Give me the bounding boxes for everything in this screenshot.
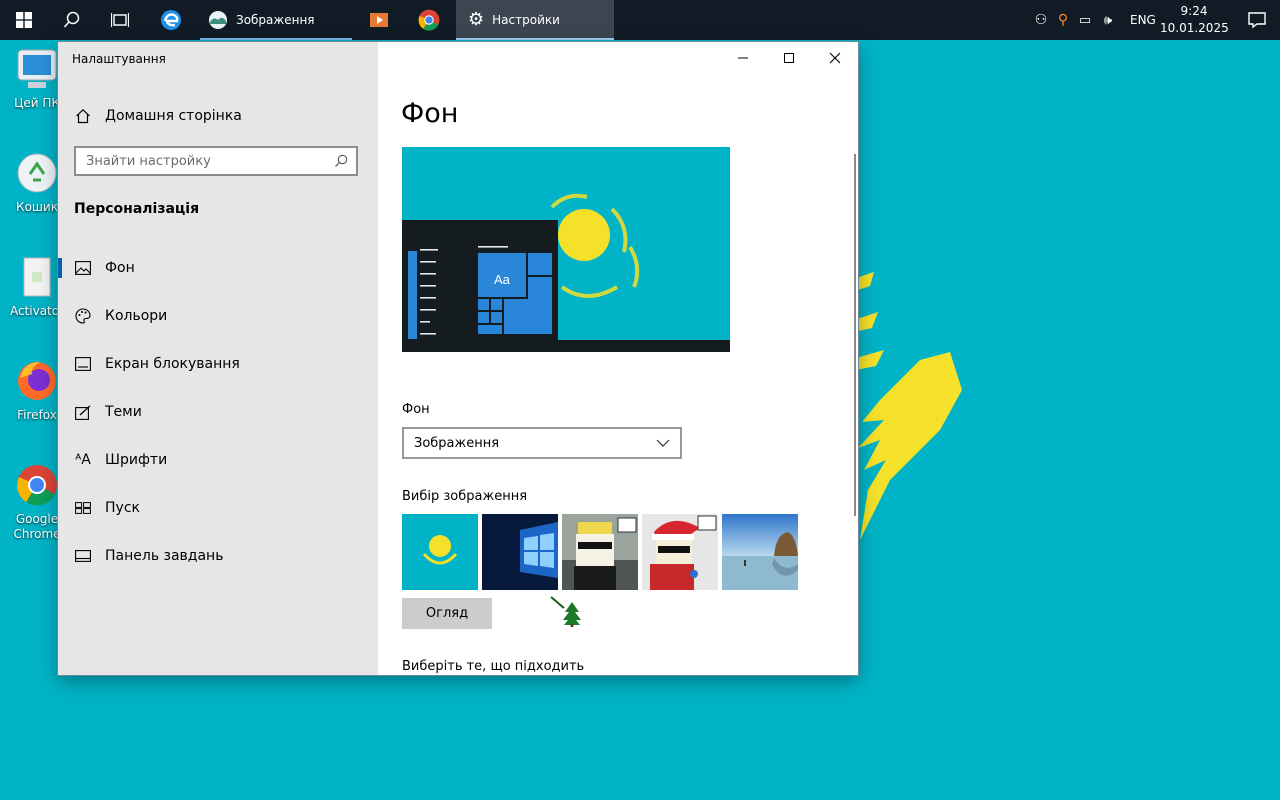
taskbar-settings[interactable]: ⚙ Настройки bbox=[456, 0, 614, 40]
media-player-icon bbox=[370, 13, 388, 27]
taskbar-media-player[interactable] bbox=[356, 0, 402, 40]
volume-icon[interactable]: 🕪 bbox=[1096, 13, 1120, 28]
task-view-icon bbox=[111, 13, 129, 27]
start-button[interactable] bbox=[0, 0, 48, 40]
settings-window: Налаштування Домашня сторінка Знайти нас… bbox=[58, 42, 858, 675]
chevron-down-icon bbox=[656, 439, 670, 447]
minimize-button[interactable] bbox=[720, 42, 766, 74]
search-icon bbox=[63, 11, 80, 28]
desktop-icon-label: Цей ПК bbox=[14, 96, 60, 110]
scrollbar[interactable] bbox=[854, 154, 856, 516]
background-type-select[interactable]: Зображення bbox=[402, 427, 682, 459]
thumbnail-beach[interactable] bbox=[722, 514, 798, 590]
start-icon bbox=[74, 499, 92, 517]
section-title: Персоналізація bbox=[74, 201, 200, 217]
nav-home[interactable]: Домашня сторінка bbox=[58, 92, 378, 140]
lock-screen-icon bbox=[74, 355, 92, 373]
nav-label: Кольори bbox=[105, 308, 168, 324]
settings-search-input[interactable]: Знайти настройку bbox=[74, 146, 358, 176]
fonts-icon: ᴬA bbox=[75, 452, 91, 468]
background-type-value: Зображення bbox=[414, 435, 500, 451]
themes-icon bbox=[74, 403, 92, 421]
settings-sidebar: Налаштування Домашня сторінка Знайти нас… bbox=[58, 42, 378, 675]
network-icon[interactable]: ▭ bbox=[1074, 13, 1096, 28]
windows-logo-icon bbox=[16, 12, 32, 28]
taskbar: Зображення ⚙ Настройки ⚇ ⚲ ▭ 🕪 ENG 9:24 … bbox=[0, 0, 1280, 40]
desktop-icon-label: Activator bbox=[9, 304, 65, 318]
wallpaper-ornament bbox=[850, 272, 962, 540]
nav-label: Фон bbox=[105, 260, 135, 276]
nav-label: Теми bbox=[105, 404, 142, 420]
gear-icon: ⚙ bbox=[468, 9, 485, 30]
tree-cursor-icon bbox=[550, 596, 584, 628]
thumbnail-kazakhstan-flag[interactable] bbox=[402, 514, 478, 590]
picture-icon bbox=[74, 259, 92, 277]
maximize-icon bbox=[784, 53, 794, 63]
desktop-icon-label: Firefox bbox=[17, 408, 57, 422]
picture-thumbnails bbox=[402, 514, 798, 590]
preview-wallpaper: Aa bbox=[402, 147, 730, 352]
people-icon[interactable]: ⚇ bbox=[1030, 12, 1052, 28]
this-pc-icon bbox=[14, 46, 60, 92]
minimize-icon bbox=[738, 57, 748, 59]
nav-background[interactable]: Фон bbox=[58, 244, 378, 292]
fit-label: Виберіть те, що підходить bbox=[402, 659, 585, 674]
nav-label: Екран блокування bbox=[105, 356, 240, 372]
nav-themes[interactable]: Теми bbox=[58, 388, 378, 436]
nav-taskbar[interactable]: Панель завдань bbox=[58, 532, 378, 580]
choose-picture-label: Вибір зображення bbox=[402, 489, 528, 504]
language-indicator[interactable]: ENG bbox=[1130, 13, 1156, 27]
chrome-icon bbox=[14, 462, 60, 508]
search-button[interactable] bbox=[48, 0, 96, 40]
close-icon bbox=[829, 52, 841, 64]
photos-app-icon bbox=[209, 11, 227, 29]
folder-icon bbox=[14, 254, 60, 300]
nav-lock-screen[interactable]: Екран блокування bbox=[58, 340, 378, 388]
chrome-icon bbox=[418, 9, 440, 31]
close-button[interactable] bbox=[812, 42, 858, 74]
thumbnail-cartoon-1[interactable] bbox=[562, 514, 638, 590]
home-icon bbox=[74, 107, 92, 125]
nav-label: Домашня сторінка bbox=[105, 108, 242, 124]
firefox-icon bbox=[14, 358, 60, 404]
clock-time: 9:24 bbox=[1180, 4, 1208, 18]
notification-icon bbox=[1248, 12, 1266, 28]
background-preview: Aa bbox=[402, 147, 730, 352]
action-center-button[interactable] bbox=[1234, 0, 1280, 40]
nav-label: Шрифти bbox=[105, 452, 168, 468]
preview-tile-text: Aa bbox=[494, 272, 511, 287]
nav-colors[interactable]: Кольори bbox=[58, 292, 378, 340]
maximize-button[interactable] bbox=[766, 42, 812, 74]
background-label: Фон bbox=[402, 402, 430, 417]
taskbar-app-label: Настройки bbox=[492, 13, 560, 27]
search-placeholder: Знайти настройку bbox=[86, 153, 211, 169]
page-title: Фон bbox=[401, 98, 459, 129]
nav-label: Пуск bbox=[105, 500, 140, 516]
desktop-icon-label: Кошик bbox=[16, 200, 58, 214]
search-icon bbox=[335, 154, 348, 167]
recycle-bin-icon bbox=[14, 150, 60, 196]
nav-label: Панель завдань bbox=[105, 548, 224, 564]
taskbar-app-label: Зображення bbox=[236, 13, 315, 27]
browse-button[interactable]: Огляд bbox=[402, 598, 492, 629]
search-tray-icon[interactable]: ⚲ bbox=[1052, 12, 1074, 28]
window-title: Налаштування bbox=[72, 52, 166, 66]
task-view-button[interactable] bbox=[96, 0, 144, 40]
taskbar-icon bbox=[74, 547, 92, 565]
nav-fonts[interactable]: ᴬA Шрифти bbox=[58, 436, 378, 484]
clock[interactable]: 9:24 10.01.2025 bbox=[1160, 3, 1229, 37]
palette-icon bbox=[74, 307, 92, 325]
nav-start[interactable]: Пуск bbox=[58, 484, 378, 532]
taskbar-edge[interactable] bbox=[148, 0, 194, 40]
thumbnail-cartoon-2[interactable] bbox=[642, 514, 718, 590]
clock-date: 10.01.2025 bbox=[1160, 21, 1229, 35]
taskbar-chrome[interactable] bbox=[406, 0, 452, 40]
edge-icon bbox=[161, 10, 181, 30]
taskbar-photos[interactable]: Зображення bbox=[200, 0, 352, 40]
thumbnail-windows-10[interactable] bbox=[482, 514, 558, 590]
desktop-icon-label: Google Chrome bbox=[13, 512, 61, 541]
